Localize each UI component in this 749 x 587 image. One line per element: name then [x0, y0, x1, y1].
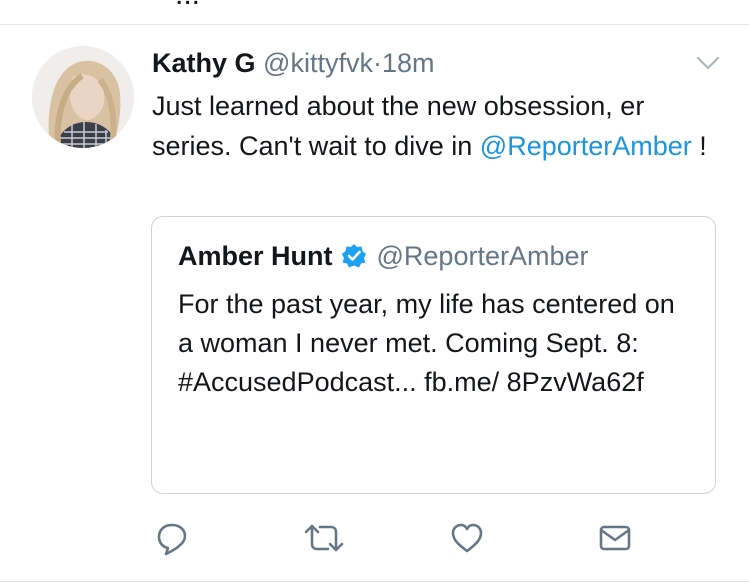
tweet-text: Just learned about the new obsession, er…: [152, 86, 712, 166]
tweet-actions: [0, 520, 749, 560]
previous-tweet-text: ...: [175, 0, 200, 6]
divider-top: [0, 24, 749, 25]
quoted-tweet-card[interactable]: Amber Hunt @ReporterAmber For the past y…: [151, 216, 716, 494]
tweet-text-end: !: [691, 131, 707, 161]
tweet-header: Kathy G @kittyfvk·18m: [152, 47, 435, 79]
quoted-author-name: Amber Hunt: [178, 241, 333, 271]
meta-separator: ·: [372, 48, 382, 78]
verified-badge-icon: [341, 243, 367, 269]
avatar[interactable]: [32, 46, 134, 148]
quoted-tweet-header: Amber Hunt @ReporterAmber: [178, 239, 588, 273]
author-handle[interactable]: @kittyfvk: [263, 48, 373, 78]
tweet-timestamp[interactable]: 18m: [382, 48, 435, 78]
divider-bottom: [0, 581, 749, 582]
avatar-photo: [32, 46, 134, 148]
chevron-down-icon[interactable]: [694, 52, 722, 74]
mention-link[interactable]: @ReporterAmber: [480, 131, 692, 161]
quoted-tweet-text: For the past year, my life has centered …: [178, 289, 675, 397]
retweet-icon[interactable]: [302, 520, 346, 556]
message-icon[interactable]: [597, 520, 633, 556]
author-name[interactable]: Kathy G: [152, 48, 256, 78]
previous-tweet-edge: ...: [0, 0, 749, 6]
quoted-author-handle: @ReporterAmber: [376, 241, 589, 271]
like-icon[interactable]: [449, 520, 485, 556]
reply-icon[interactable]: [154, 520, 190, 556]
